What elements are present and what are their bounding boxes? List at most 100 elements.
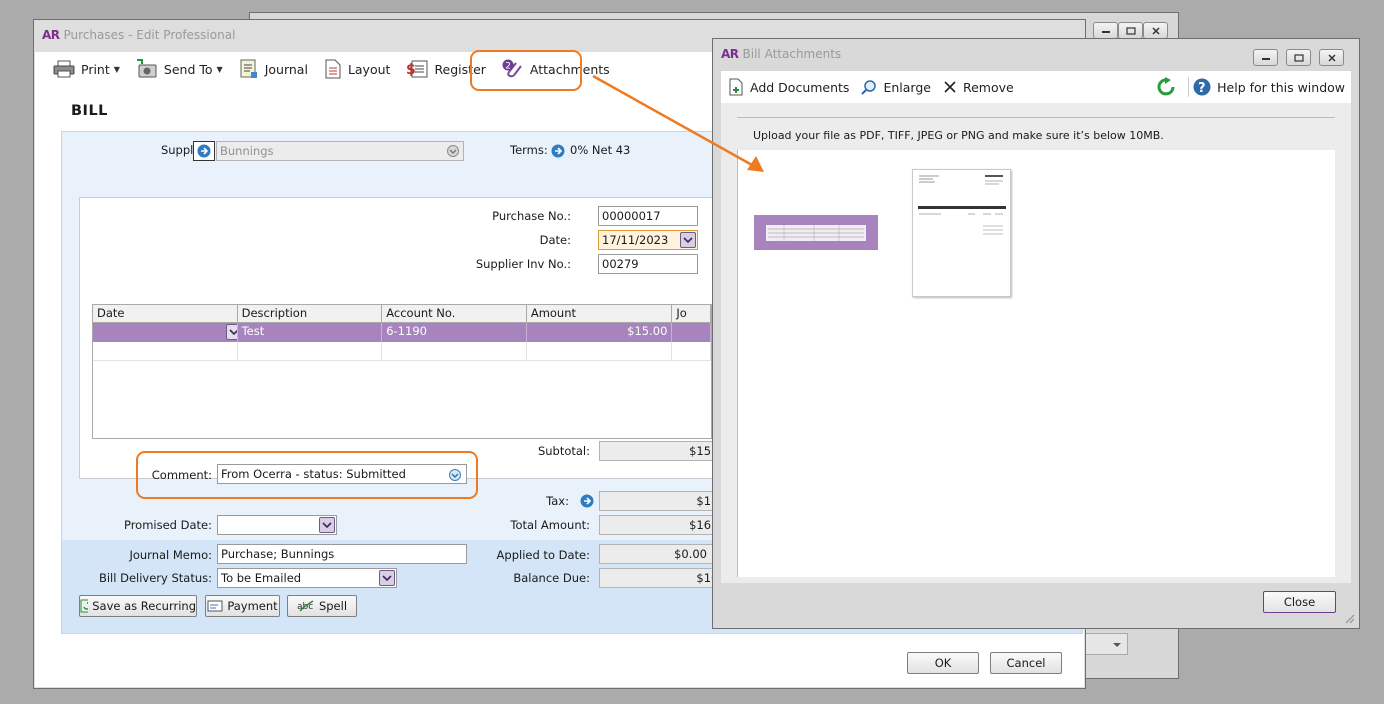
table-header: Date Description Account No. Amount Jo [93,305,711,323]
spell-label: Spell [318,599,348,613]
add-documents-button[interactable]: Add Documents [728,78,849,96]
remove-x-icon [944,81,956,93]
chevron-down-icon [382,575,392,581]
invoice-preview-icon [918,175,1006,235]
ok-button[interactable]: OK [907,652,979,674]
ar-logo-icon: AR [42,28,60,42]
col-header-amount[interactable]: Amount [527,305,673,322]
supplier-inv-field[interactable]: 00279 [598,254,698,274]
resize-grip-icon[interactable] [1345,614,1355,624]
send-to-button[interactable]: Send To ▼ [136,59,223,79]
row-account-cell[interactable]: 6-1190 [382,323,527,342]
save-recurring-label: Save as Recurring [92,599,196,613]
help-button[interactable]: ? Help for this window [1193,78,1345,96]
background-dropdown[interactable] [1080,633,1128,655]
empty-cell[interactable] [527,342,673,360]
layout-label: Layout [347,61,391,77]
tax-label: Tax: [546,494,569,508]
spreadsheet-preview-icon [766,225,866,241]
add-document-icon [729,78,743,96]
purchase-no-field[interactable]: 00000017 [598,206,698,226]
empty-cell[interactable] [238,342,383,360]
refresh-icon[interactable] [1156,77,1178,97]
minimize-button[interactable] [1253,49,1278,66]
delivery-status-dropdown[interactable] [379,570,395,586]
journal-memo-field[interactable]: Purchase; Bunnings [217,544,467,564]
supplier-dropdown-icon[interactable] [447,145,459,157]
ar-logo-icon: AR [721,47,739,61]
chevron-down-icon [683,237,693,243]
table-row[interactable]: Test 6-1190 $15.00 [93,323,711,342]
tax-value: $1.5 [599,491,729,511]
register-icon: $ [406,60,428,78]
chevron-down-icon [1113,643,1121,647]
empty-cell[interactable] [93,342,238,360]
row-date-dropdown[interactable] [226,324,237,340]
comment-highlight [136,451,478,499]
supplier-field[interactable]: Bunnings [216,141,464,161]
attachments-highlight [470,50,582,91]
promised-date-label: Promised Date: [123,518,212,532]
balance-due-label: Balance Due: [513,571,590,585]
journal-button[interactable]: Journal [239,59,308,79]
enlarge-button[interactable]: Enlarge [861,79,931,95]
empty-cell[interactable] [382,342,527,360]
close-button[interactable]: Close [1263,591,1336,613]
row-job-cell[interactable] [672,323,711,342]
background-close-button[interactable] [1143,22,1168,39]
spell-button[interactable]: abc Spell [287,595,357,617]
attachment-thumbnail-invoice[interactable] [912,169,1011,297]
minimize-icon [1261,57,1270,60]
save-recurring-button[interactable]: Save as Recurring [79,595,197,617]
close-window-button[interactable] [1319,49,1344,66]
send-to-caret-icon: ▼ [216,64,223,74]
purchase-no-label: Purchase No.: [492,209,571,223]
row-amount-cell[interactable]: $15.00 [527,323,673,342]
empty-cell[interactable] [672,342,711,360]
chevron-down-icon [229,329,237,335]
print-label: Print [81,61,110,77]
print-button[interactable]: Print ▼ [53,60,120,78]
applied-label: Applied to Date: [496,548,590,562]
bill-heading: BILL [71,103,108,119]
maximize-button[interactable] [1286,49,1311,66]
payment-button[interactable]: Payment [205,595,280,617]
table-row-empty[interactable] [93,342,711,361]
printer-icon [53,60,75,78]
terms-arrow-icon[interactable] [551,144,565,158]
row-description-cell[interactable]: Test [238,323,383,342]
line-items-table[interactable]: Date Description Account No. Amount Jo T… [92,304,712,439]
col-header-date[interactable]: Date [93,305,238,322]
promised-date-dropdown[interactable] [319,517,335,533]
balance-due-value: $16. [599,568,729,588]
cancel-button[interactable]: Cancel [990,652,1062,674]
col-header-account[interactable]: Account No. [382,305,527,322]
payment-icon [207,600,223,612]
total-label: Total Amount: [510,518,590,532]
background-minimize-button[interactable] [1093,22,1118,39]
col-header-description[interactable]: Description [238,305,383,322]
delivery-status-field[interactable]: To be Emailed [217,568,397,588]
row-date-cell[interactable] [93,323,238,342]
remove-button[interactable]: Remove [943,80,1014,95]
attachment-thumbnail-spreadsheet[interactable] [754,215,878,250]
layout-button[interactable]: Layout [324,59,391,79]
total-value: $16.5 [599,515,729,535]
tax-arrow-icon[interactable] [580,494,594,508]
terms-value: 0% Net 43 [570,143,631,157]
attachments-drop-area[interactable] [737,150,1335,577]
supplier-inv-label: Supplier Inv No.: [475,257,571,271]
col-header-job[interactable]: Jo [672,305,711,322]
background-maximize-button[interactable] [1118,22,1143,39]
supplier-lookup-button[interactable] [193,141,215,161]
date-dropdown-button[interactable] [680,232,696,248]
enlarge-label: Enlarge [883,79,931,95]
attachments-window-title: Bill Attachments [742,47,842,61]
close-icon [1327,53,1336,62]
svg-text:?: ? [1198,81,1206,96]
upload-hint: Upload your file as PDF, TIFF, JPEG or P… [753,129,1164,142]
help-icon: ? [1193,78,1211,96]
divider [737,117,1335,118]
date-label: Date: [539,233,571,247]
subtotal-label: Subtotal: [537,444,590,458]
